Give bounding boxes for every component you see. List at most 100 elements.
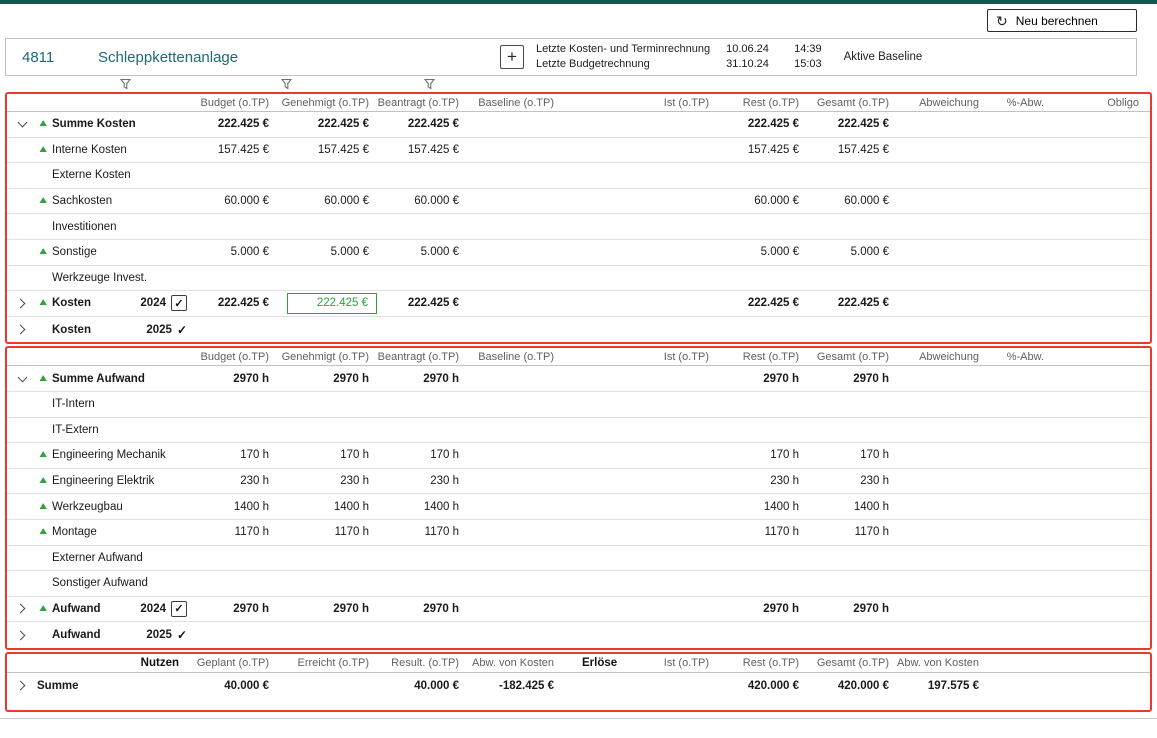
filter-icon[interactable] [120,78,131,90]
table-row[interactable]: Kosten 2025 ✓ [7,317,1150,343]
column-header[interactable]: %-Abw. [987,351,1052,363]
check-icon[interactable]: ✓ [177,628,187,642]
table-row[interactable]: ▲ Engineering Elektrik 230 h 230 h 230 h… [7,469,1150,495]
table-row[interactable]: Externer Aufwand [7,546,1150,572]
cell[interactable]: 222.425 € [187,297,277,309]
column-header[interactable]: Result. (o.TP) [377,657,467,669]
cell[interactable]: 1170 h [377,526,467,538]
cell[interactable]: 170 h [717,449,807,461]
cell[interactable]: 60.000 € [717,195,807,207]
table-row[interactable]: Sonstiger Aufwand [7,571,1150,597]
column-header[interactable]: Genehmigt (o.TP) [277,351,377,363]
column-header[interactable]: Abweichung [897,351,987,363]
cell[interactable]: 230 h [187,475,277,487]
chevron-right-icon[interactable] [7,317,37,343]
filter-icon[interactable] [424,78,435,90]
cell[interactable]: 1170 h [277,526,377,538]
recalc-button[interactable]: ↻ Neu berechnen [987,9,1137,32]
cell[interactable]: 60.000 € [377,195,467,207]
column-header[interactable]: Gesamt (o.TP) [807,97,897,109]
chevron-right-icon[interactable] [7,673,37,699]
column-header[interactable]: Beantragt (o.TP) [377,351,467,363]
cell[interactable]: 157.425 € [377,144,467,156]
chevron-right-icon[interactable] [7,622,37,648]
cell[interactable]: 170 h [277,449,377,461]
cell[interactable]: 230 h [807,475,897,487]
table-row[interactable]: IT-Intern [7,392,1150,418]
cell[interactable]: 230 h [277,475,377,487]
column-header[interactable]: %-Abw. [987,97,1052,109]
cell[interactable]: 222.425 € [807,118,897,130]
cell[interactable]: 60.000 € [277,195,377,207]
cell[interactable]: 1170 h [187,526,277,538]
table-row[interactable]: ▲ Engineering Mechanik 170 h 170 h 170 h… [7,443,1150,469]
column-header[interactable]: Baseline (o.TP) [467,351,562,363]
cell[interactable]: 2970 h [717,603,807,615]
cell[interactable]: 2970 h [807,603,897,615]
table-row[interactable]: ▲ Interne Kosten 157.425 € 157.425 € 157… [7,138,1150,164]
cell[interactable]: 2970 h [377,603,467,615]
cell[interactable]: 2970 h [187,603,277,615]
checkbox-checked[interactable]: ✓ [171,295,187,311]
table-row[interactable]: ▲ Summe Aufwand 2970 h 2970 h 2970 h 297… [7,366,1150,392]
cell[interactable]: 170 h [807,449,897,461]
cell[interactable]: 60.000 € [187,195,277,207]
cell[interactable]: 2970 h [807,373,897,385]
cell[interactable]: 197.575 € [897,680,987,692]
column-header[interactable]: Gesamt (o.TP) [807,351,897,363]
table-row[interactable]: ▲ Aufwand 2024 ✓ 2970 h 2970 h 2970 h 29… [7,597,1150,623]
cell[interactable]: 222.425 € [807,297,897,309]
check-icon[interactable]: ✓ [177,323,187,337]
cell[interactable]: 222.425 € [187,118,277,130]
column-header[interactable]: Genehmigt (o.TP) [277,97,377,109]
chevron-down-icon[interactable] [7,112,37,137]
table-row[interactable]: ▲ Sachkosten 60.000 € 60.000 € 60.000 € … [7,189,1150,215]
cell[interactable]: 40.000 € [187,680,277,692]
cell[interactable]: 170 h [377,449,467,461]
checkbox-checked[interactable]: ✓ [171,601,187,617]
cell[interactable]: 222.425 € [717,118,807,130]
column-header[interactable]: Ist (o.TP) [632,657,717,669]
table-row[interactable]: ▲ Werkzeugbau 1400 h 1400 h 1400 h 1400 … [7,494,1150,520]
column-header[interactable]: Beantragt (o.TP) [377,97,467,109]
column-header[interactable]: Nutzen [37,657,187,669]
selected-cell[interactable]: 222.425 € [287,293,377,314]
table-row[interactable]: ▲ Kosten 2024 ✓ 222.425 € 222.425 € 222.… [7,291,1150,317]
cell[interactable]: 157.425 € [187,144,277,156]
table-row[interactable]: IT-Extern [7,418,1150,444]
cell[interactable]: 170 h [187,449,277,461]
add-button[interactable]: + [500,45,524,69]
cell[interactable]: 5.000 € [277,246,377,258]
cell[interactable]: 2970 h [717,373,807,385]
cell[interactable]: 1170 h [807,526,897,538]
column-header[interactable]: Geplant (o.TP) [187,657,277,669]
column-header[interactable]: Rest (o.TP) [717,351,807,363]
column-header[interactable]: Erlöse [562,657,632,669]
cell[interactable]: 5.000 € [807,246,897,258]
cell[interactable]: 420.000 € [807,680,897,692]
cell[interactable]: 1170 h [717,526,807,538]
cell[interactable]: 222.425 € [377,118,467,130]
column-header[interactable]: Ist (o.TP) [632,97,717,109]
cell[interactable]: 222.425 € [377,297,467,309]
cell[interactable]: 1400 h [187,501,277,513]
column-header[interactable]: Ist (o.TP) [632,351,717,363]
table-row[interactable]: Externe Kosten [7,163,1150,189]
cell[interactable]: 420.000 € [717,680,807,692]
cell[interactable]: 157.425 € [717,144,807,156]
cell[interactable]: 230 h [377,475,467,487]
column-header[interactable]: Abweichung [897,97,987,109]
cell[interactable]: 222.425 € [277,118,377,130]
column-header[interactable]: Rest (o.TP) [717,97,807,109]
column-header[interactable]: Budget (o.TP) [187,351,277,363]
column-header[interactable]: Baseline (o.TP) [467,97,562,109]
table-row[interactable]: Summe 40.000 € 40.000 € -182.425 € 420.0… [7,673,1150,699]
table-row[interactable]: Investitionen [7,214,1150,240]
cell[interactable]: 2970 h [377,373,467,385]
cell[interactable]: 230 h [717,475,807,487]
cell[interactable]: 1400 h [277,501,377,513]
column-header[interactable]: Rest (o.TP) [717,657,807,669]
cell[interactable]: 60.000 € [807,195,897,207]
column-header[interactable]: Abw. von Kosten [467,657,562,669]
column-header[interactable]: Budget (o.TP) [187,97,277,109]
